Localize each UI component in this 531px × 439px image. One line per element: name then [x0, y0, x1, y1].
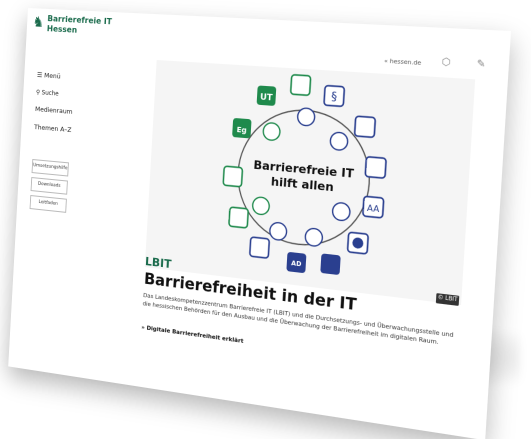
presentation-icon: [229, 207, 248, 228]
side-button-guide[interactable]: Leitfaden: [29, 194, 67, 213]
search-button[interactable]: ⚲ Suche: [36, 89, 59, 98]
layers-icon: [365, 157, 386, 179]
braille-icon: [320, 253, 341, 276]
people-icon: [332, 202, 350, 221]
web-page: ♞ Barrierefreie IT Hessen « hessen.de ⬡ …: [8, 8, 512, 439]
hero-image: Barrierefreie IT hilft allen § UT Eg AA: [144, 59, 476, 306]
touch-icon: [291, 75, 311, 96]
wheelchair-icon: [297, 108, 315, 127]
head-icon: [330, 132, 348, 151]
hessen-lion-icon[interactable]: ♞: [32, 14, 46, 35]
walking-cane-icon: [305, 228, 323, 247]
visual-icon: [269, 222, 287, 241]
audio-description-glyph: AD: [291, 261, 302, 269]
side-button-implementation[interactable]: Umsetzungshilfe: [31, 159, 69, 177]
hessen-link[interactable]: « hessen.de: [384, 58, 421, 67]
brand-subtitle[interactable]: Hessen: [47, 24, 78, 35]
copyright-badge: © LBIT: [435, 293, 460, 306]
font-size-glyph: AA: [367, 203, 381, 214]
easy-language-icon[interactable]: ✎: [476, 59, 485, 71]
stage: ♞ Barrierefreie IT Hessen « hessen.de ⬡ …: [0, 0, 531, 439]
menu-button[interactable]: ☰ Menü: [37, 71, 61, 81]
side-button-downloads[interactable]: Downloads: [30, 177, 68, 195]
sign-language-icon[interactable]: ⬡: [441, 57, 451, 69]
language-glyph: Eg: [236, 126, 247, 135]
media-room-link[interactable]: Medienraum: [35, 105, 73, 116]
zoom-icon: [355, 116, 376, 137]
eye-icon: [250, 237, 270, 258]
paragraph-glyph: §: [331, 89, 338, 104]
explainer-link[interactable]: » Digitale Barrierefreiheit erklärt: [141, 325, 243, 345]
keyboard-icon: [252, 197, 270, 216]
subtitles-glyph: UT: [260, 92, 274, 103]
hearing-icon: [263, 122, 281, 140]
topics-az-link[interactable]: Themen A–Z: [34, 123, 72, 134]
monitor-icon: [223, 166, 242, 187]
